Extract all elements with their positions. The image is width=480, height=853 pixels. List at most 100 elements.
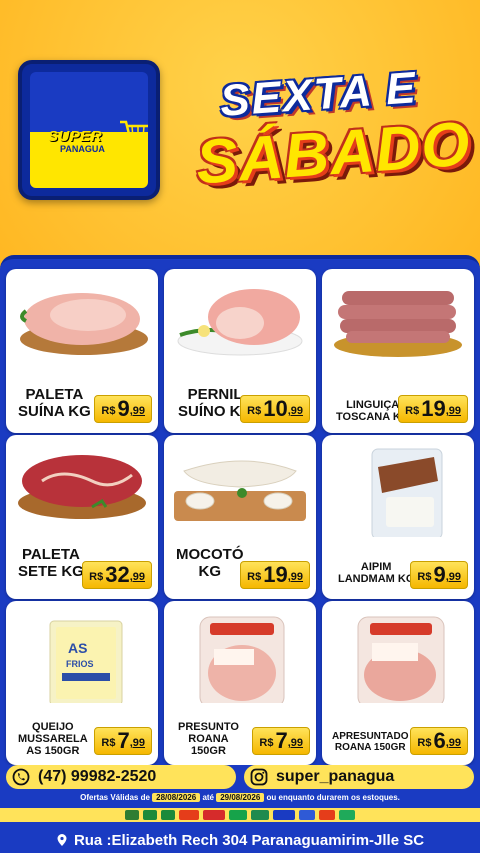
payment-card-icon [273,810,295,820]
payment-card-icon [203,810,225,820]
product-card[interactable]: PRESUNTO ROANA 150GR R$ 7 ,99 [164,601,316,765]
address: Rua :Elizabeth Rech 304 Paranaguamirim-J… [0,827,480,853]
price-cents: ,99 [445,405,461,417]
price-cents: ,99 [129,737,145,749]
payment-card-icon [319,810,335,820]
price-tag: R$ 9 ,99 [94,395,152,423]
product-card[interactable]: AS FRIOS QUEIJO MUSSARELA AS 150GR R$ 7 … [6,601,158,765]
product-name-line: QUEIJO [32,721,74,733]
price-tag: R$ 7 ,99 [94,727,152,755]
product-card[interactable]: PERNIL SUÍNO KG R$ 10 ,99 [164,269,316,433]
product-name-line: SETE KG [18,562,84,580]
product-card[interactable]: AIPIM LANDMAM KG R$ 9 ,99 [322,435,474,599]
price-cents: ,99 [129,571,145,583]
instagram-icon [250,768,268,786]
product-name-line: APRESUNTADO [332,731,409,742]
price-integer: 7 [275,728,288,753]
cassava-image [371,448,443,537]
price-integer: 32 [105,562,130,587]
product-name-line: ROANA 150GR [334,742,406,753]
mocoto-image [174,460,306,521]
date-from: 28/08/2026 [152,793,201,802]
product-name-line: SUÍNA KG [18,402,91,420]
price-integer: 7 [117,728,130,753]
currency: R$ [247,571,262,583]
price-cents: ,99 [287,571,303,583]
price-tag: R$ 9 ,99 [410,561,468,589]
product-name-line: LANDMAM KG [338,573,415,586]
beef-image [18,455,146,519]
price-cents: ,99 [445,571,461,583]
payment-card-icon [299,810,315,820]
svg-text:FRIOS: FRIOS [66,659,94,669]
ham-image [199,616,285,703]
header: SUPER PANAGUA SEXTA E SÁBADO [0,0,480,255]
currency: R$ [417,737,432,749]
product-name-line: PALETA [22,546,80,563]
price-cents: ,99 [287,405,303,417]
payment-card-icon [161,810,175,820]
cart-icon [120,120,148,146]
sausage-image [334,291,462,357]
price-cents: ,99 [287,737,303,749]
phone-pill[interactable]: (47) 99982-2520 [6,765,236,789]
validity-text: Ofertas Válidas de 28/08/2026 até 29/08/… [0,793,480,802]
currency: R$ [247,405,262,417]
product-card[interactable]: LINGUIÇA TOSCANA KG R$ 19 ,99 [322,269,474,433]
product-name-line: AIPIM [360,561,392,573]
price-integer: 6 [433,728,446,753]
product-name-line: KG [198,562,222,580]
price-integer: 10 [263,396,288,421]
location-pin-icon [57,834,67,846]
currency: R$ [89,571,104,583]
currency: R$ [405,405,420,417]
payment-card-icon [143,810,157,820]
currency: R$ [259,737,274,749]
payment-card-icon [125,810,139,820]
pork-shoulder-image [20,293,148,355]
date-to: 29/08/2026 [216,793,265,802]
price-integer: 9 [117,396,130,421]
price-tag: R$ 10 ,99 [240,395,310,423]
product-card[interactable]: PALETA SETE KG R$ 32 ,99 [6,435,158,599]
validity-suffix: ou enquanto durarem os estoques. [266,793,400,802]
price-tag: R$ 32 ,99 [82,561,152,589]
product-name-line: PALETA [25,386,84,403]
product-card[interactable]: APRESUNTADO ROANA 150GR R$ 6 ,99 [322,601,474,765]
product-card[interactable]: PALETA SUÍNA KG R$ 9 ,99 [6,269,158,433]
svg-text:AS: AS [68,640,87,656]
product-name-line: MUSSARELA [18,733,88,746]
price-tag: R$ 7 ,99 [252,727,310,755]
product-name-line: PRESUNTO [178,721,239,733]
price-integer: 19 [263,562,288,587]
phone-number: (47) 99982-2520 [38,768,157,785]
price-tag: R$ 19 ,99 [398,395,468,423]
currency: R$ [101,737,116,749]
validity-prefix: Ofertas Válidas de [80,793,150,802]
product-grid: PALETA SUÍNA KG R$ 9 ,99 PERNIL SUÍNO KG… [0,255,480,765]
date-separator: até [202,793,214,802]
payment-card-icon [251,810,269,820]
price-cents: ,99 [445,737,461,749]
currency: R$ [417,571,432,583]
product-card[interactable]: MOCOTÓ KG R$ 19 ,99 [164,435,316,599]
cheese-image: AS FRIOS [49,620,123,703]
payment-card-icon [229,810,247,820]
currency: R$ [101,405,116,417]
instagram-pill[interactable]: super_panagua [244,765,474,789]
apresuntado-image [357,616,445,703]
product-name-line: AS 150GR [26,745,80,758]
pork-leg-image [177,289,303,356]
price-integer: 9 [433,562,446,587]
footer: (47) 99982-2520 super_panagua Ofertas Vá… [0,765,480,853]
whatsapp-icon [12,768,30,786]
product-name-line: MOCOTÓ [176,546,244,563]
price-integer: 19 [421,396,446,421]
logo-brand: SUPER [48,128,103,145]
price-tag: R$ 6 ,99 [410,727,468,755]
address-text: Rua :Elizabeth Rech 304 Paranaguamirim-J… [73,831,425,849]
price-cents: ,99 [129,405,145,417]
price-tag: R$ 19 ,99 [240,561,310,589]
product-name-line: ROANA [188,733,229,746]
store-logo: SUPER PANAGUA [18,60,160,200]
